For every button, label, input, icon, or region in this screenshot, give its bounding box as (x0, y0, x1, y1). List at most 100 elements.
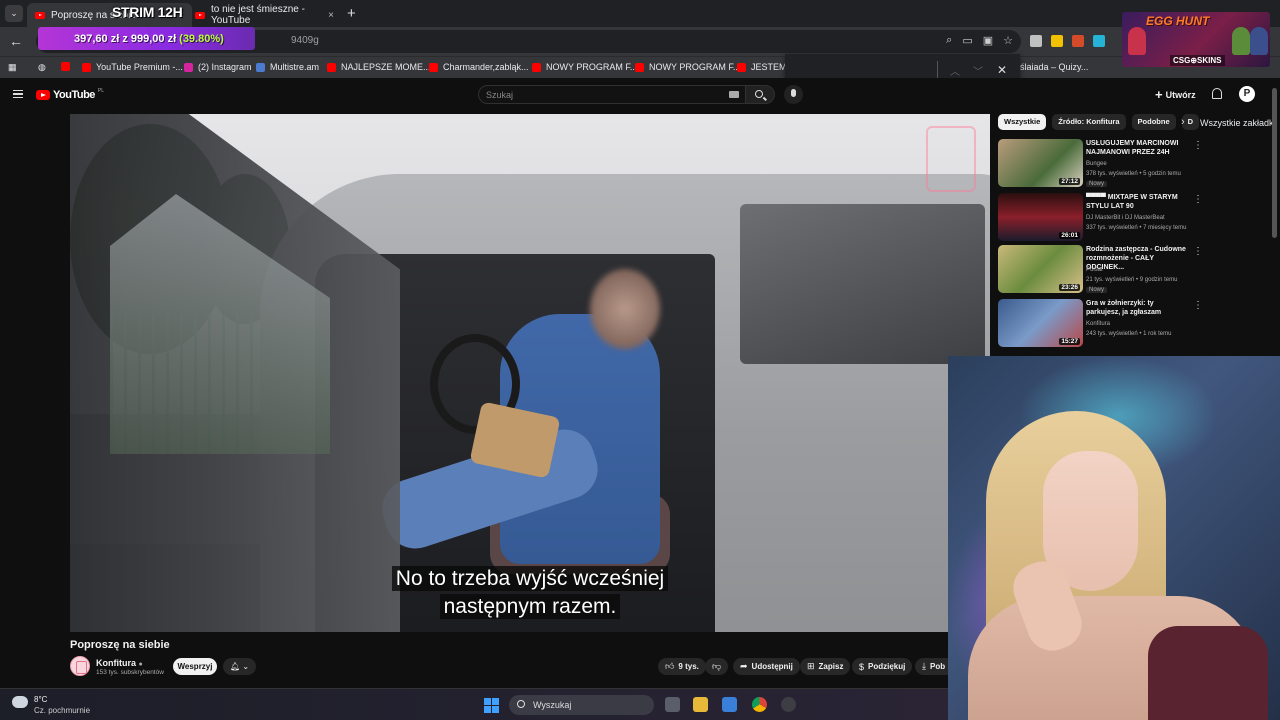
bookmark-item[interactable]: NOWY PROGRAM F... (635, 62, 740, 72)
bookmark-item[interactable]: Charmander,zabląk... (429, 62, 529, 72)
chevron-right-icon[interactable]: › (1181, 116, 1185, 128)
notifications-bell-icon[interactable] (1212, 88, 1222, 99)
recommended-channel[interactable]: Polsat (1086, 267, 1103, 273)
video-thumbnail[interactable]: 26:01 (998, 193, 1083, 241)
all-bookmarks-button[interactable]: Wszystkie zakładki (1200, 118, 1276, 128)
recommended-video[interactable]: 26:01 ▀▀▀▀ MIXTAPE W STARYM STYLU LAT 90… (998, 193, 1268, 243)
video-duration: 15:27 (1059, 338, 1080, 345)
extension-icon[interactable] (1030, 35, 1042, 47)
channel-name[interactable]: Konfitura ● (96, 658, 143, 668)
video-thumbnail[interactable]: 27:12 (998, 139, 1083, 187)
chip-similar[interactable]: Podobne (1131, 114, 1176, 130)
recommended-video[interactable]: 15:27 Gra w żołnierzyki: ty parkujesz, j… (998, 299, 1268, 349)
bookmark-youtube[interactable] (61, 62, 70, 71)
close-icon[interactable]: ✕ (997, 63, 1007, 77)
channel-avatar[interactable] (70, 656, 90, 676)
voice-search-button[interactable] (784, 85, 803, 104)
app-icon[interactable] (781, 697, 796, 712)
recommended-video[interactable]: 23:26 Rodzina zastępcza - Cudowne rozmno… (998, 245, 1268, 295)
sponsor-subtitle: CSG⊕SKINS (1170, 55, 1225, 66)
chrome-icon[interactable] (752, 697, 767, 712)
page-action-icon[interactable]: ▣ (983, 34, 993, 47)
weather-temperature[interactable]: 8°C (34, 695, 47, 704)
dislike-button[interactable]: 👎︎ (705, 658, 729, 675)
extension-icon[interactable] (1072, 35, 1084, 47)
download-button[interactable]: ⤓ Pob (915, 658, 948, 675)
goal-current: 397,60 zł (74, 32, 120, 45)
sponsor-banner: EGG HUNT CSG⊕SKINS (1122, 12, 1270, 67)
save-button[interactable]: ⊞ Zapisz (800, 658, 851, 675)
divider (937, 61, 938, 79)
weather-description[interactable]: Cz. pochmurnie (34, 706, 90, 715)
bookmark-item[interactable]: NAJLEPSZE MOME... (327, 62, 431, 72)
close-icon[interactable]: × (328, 10, 334, 21)
sponsor-character (1232, 27, 1250, 55)
page-scrollbar[interactable] (1272, 88, 1277, 238)
youtube-logo-icon (36, 90, 50, 100)
like-button[interactable]: 👍︎ 9 tys. (658, 658, 706, 675)
subscription-bell-button[interactable]: 🔔︎ ⌄ (223, 658, 256, 675)
video-duration: 27:12 (1059, 178, 1080, 185)
start-windows-icon[interactable] (484, 698, 499, 713)
recommended-title[interactable]: Gra w żołnierzyki: ty parkujesz, ja zgła… (1086, 299, 1189, 317)
back-arrow-icon[interactable]: ← (9, 33, 23, 49)
omnibox-actions: ⌕ ▭ ▣ ☆ (946, 34, 1013, 47)
video-player[interactable]: No to trzeba wyjść wcześniej następnym r… (70, 114, 990, 632)
bookmark-item[interactable]: ślaiada – Quizy... (1020, 62, 1088, 72)
save-icon: ⊞ (807, 661, 815, 671)
recommended-title[interactable]: ▀▀▀▀ MIXTAPE W STARYM STYLU LAT 90 (1086, 193, 1189, 211)
keyboard-icon[interactable] (729, 91, 739, 98)
more-options-icon[interactable]: ⋮ (1193, 300, 1203, 311)
task-view-icon[interactable] (665, 697, 680, 712)
youtube-logo[interactable]: YouTube PL (36, 88, 104, 101)
chip-source[interactable]: Źródło: Konfitura (1052, 114, 1126, 130)
apps-grid-icon[interactable]: ▦ (8, 62, 17, 73)
chevron-up-icon[interactable]: ︿ (950, 63, 960, 78)
tab-search-button[interactable]: ⌄ (5, 5, 23, 22)
search-button[interactable] (745, 85, 775, 104)
chip-all[interactable]: Wszystkie (998, 114, 1047, 130)
bookmark-item[interactable]: YouTube Premium -... (82, 62, 183, 72)
bookmark-label: Multistre.am (270, 62, 320, 72)
share-button[interactable]: ➦ Udostępnij (733, 658, 800, 675)
recommended-title[interactable]: USŁUGUJEMY MARCINOWI NAJMANOWI PRZEZ 24H (1086, 139, 1189, 157)
bookmark-star-icon[interactable]: ☆ (1003, 34, 1013, 47)
browser-tab[interactable]: to nie jest śmieszne - YouTube × (187, 3, 342, 27)
bookmark-item[interactable]: NOWY PROGRAM F... (532, 62, 637, 72)
weather-cloud-icon[interactable] (12, 696, 28, 708)
recommended-channel[interactable]: DJ MasterBit i DJ MasterBeat (1086, 215, 1165, 221)
extension-icon[interactable] (1051, 35, 1063, 47)
more-options-icon[interactable]: ⋮ (1193, 140, 1203, 151)
more-options-icon[interactable]: ⋮ (1193, 246, 1203, 257)
video-thumbnail[interactable]: 23:26 (998, 245, 1083, 293)
bookmark-label: Charmander,zabląk... (443, 62, 529, 72)
video-thumbnail[interactable]: 15:27 (998, 299, 1083, 347)
create-button[interactable]: + Utwórz (1155, 87, 1196, 102)
recommended-channel[interactable]: Konfitura (1086, 321, 1110, 327)
chevron-down-icon[interactable]: ﹀ (973, 63, 983, 78)
account-avatar[interactable]: P (1239, 86, 1255, 102)
bookmark-item[interactable]: Multistre.am (256, 62, 319, 72)
bookmark-label: (2) Instagram (198, 62, 252, 72)
recommended-channel[interactable]: Bungee (1086, 161, 1107, 167)
goal-separator: z (122, 32, 128, 45)
bookmark-item[interactable]: (2) Instagram (184, 62, 252, 72)
recommended-video[interactable]: 27:12 USŁUGUJEMY MARCINOWI NAJMANOWI PRZ… (998, 139, 1268, 189)
file-explorer-icon[interactable] (693, 697, 708, 712)
zoom-icon[interactable]: ⌕ (946, 34, 952, 47)
channel-watermark-icon[interactable] (926, 126, 976, 192)
thanks-button[interactable]: $ Podziękuj (852, 658, 913, 675)
bookmark-icon[interactable]: ◍ (38, 62, 46, 73)
recommended-meta: 21 tys. wyświetleń • 9 godzin temu (1086, 277, 1178, 283)
donation-goal-bar: 397,60 zł z 999,00 zł (39.80%) (38, 27, 255, 50)
menu-icon[interactable] (13, 90, 23, 98)
store-icon[interactable] (722, 697, 737, 712)
new-tab-button[interactable]: + (347, 5, 356, 22)
recommended-meta: 243 tys. wyświetleń • 1 rok temu (1086, 331, 1172, 337)
join-button[interactable]: Wesprzyj (173, 658, 217, 675)
taskbar-search[interactable]: Wyszukaj (509, 695, 654, 715)
search-input[interactable]: Szukaj (478, 85, 746, 104)
cast-icon[interactable]: ▭ (962, 34, 972, 47)
more-options-icon[interactable]: ⋮ (1193, 194, 1203, 205)
extension-icon[interactable] (1093, 35, 1105, 47)
